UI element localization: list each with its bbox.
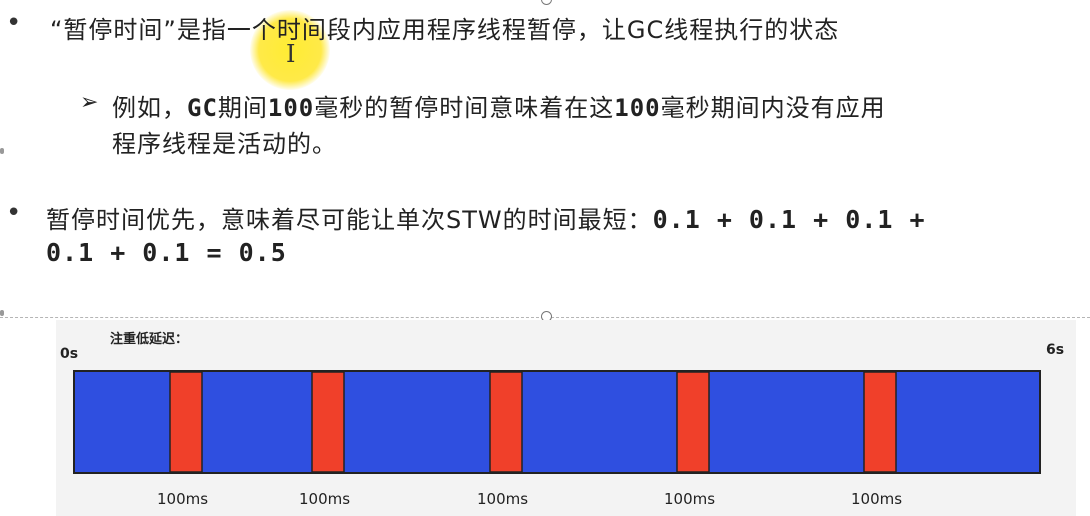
gc-pause-segment — [489, 371, 523, 473]
gc-pause-segment — [676, 371, 710, 473]
pause-duration-label: 100ms — [299, 490, 351, 508]
pause-duration-label: 100ms — [664, 490, 716, 508]
timeline-diagram — [73, 370, 1041, 474]
gc-pause-segment — [863, 371, 897, 473]
pause-duration-label: 100ms — [477, 490, 529, 508]
gc-pause-segment — [311, 371, 345, 473]
gc-pause-segment — [169, 371, 203, 473]
timeline-bar — [73, 370, 1041, 474]
pause-duration-label: 100ms — [157, 490, 209, 508]
pause-duration-label: 100ms — [851, 490, 903, 508]
